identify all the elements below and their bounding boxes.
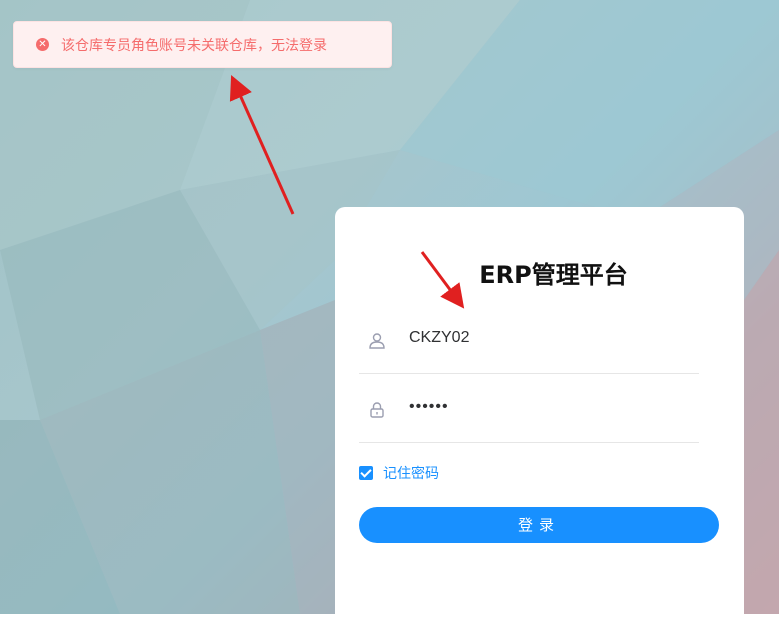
username-field[interactable] <box>359 309 699 374</box>
remember-label[interactable]: 记住密码 <box>383 463 439 483</box>
error-circle-icon: ✕ <box>36 38 49 51</box>
password-input[interactable]: •••••• <box>409 398 689 416</box>
login-card: ERP管理平台 •••••• 记住密码 登录 <box>335 207 744 627</box>
error-toast: ✕ 该仓库专员角色账号未关联仓库，无法登录 <box>13 21 392 68</box>
lock-icon <box>370 402 384 418</box>
remember-checkbox[interactable] <box>359 466 373 480</box>
username-input[interactable] <box>409 329 689 347</box>
page-title: ERP管理平台 <box>479 261 628 289</box>
login-button[interactable]: 登录 <box>359 507 719 543</box>
user-icon <box>369 333 385 349</box>
remember-password[interactable]: 记住密码 <box>359 463 439 483</box>
password-field[interactable]: •••••• <box>359 378 699 443</box>
error-message: 该仓库专员角色账号未关联仓库，无法登录 <box>61 37 327 54</box>
